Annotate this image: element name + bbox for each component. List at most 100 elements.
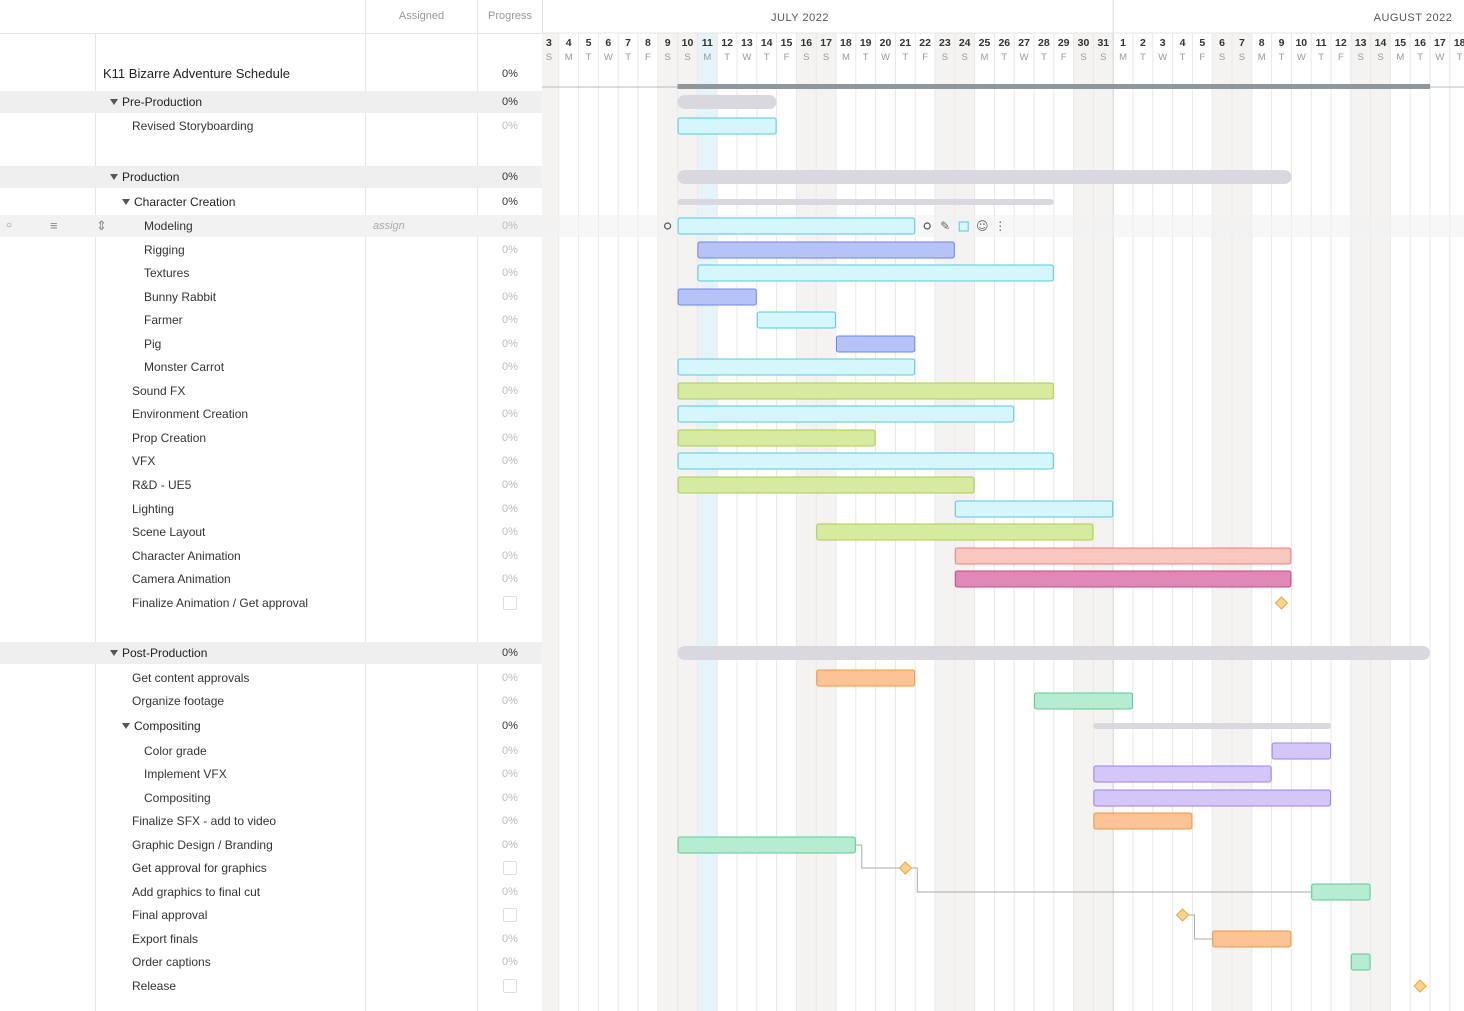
progress-value[interactable]: 0% — [478, 690, 542, 712]
task-row[interactable]: Modeling 0% assign ○ ≡ ⇕ — [0, 215, 542, 237]
task-row[interactable]: Scene Layout 0% — [0, 521, 542, 543]
milestone-checkbox[interactable] — [503, 861, 517, 875]
task-name[interactable]: Post-Production — [110, 642, 207, 664]
task-row[interactable]: Monster Carrot 0% — [0, 356, 542, 378]
edit-icon[interactable]: ✎ — [940, 219, 950, 233]
collapse-caret-icon[interactable] — [122, 723, 130, 729]
collapse-caret-icon[interactable] — [110, 99, 118, 105]
task-name[interactable]: Modeling — [144, 215, 193, 237]
task-name[interactable]: Sound FX — [132, 380, 185, 402]
task-name[interactable]: Rigging — [144, 239, 185, 261]
progress-value[interactable]: 0% — [478, 568, 542, 590]
task-name[interactable]: VFX — [132, 450, 155, 472]
project-title-row[interactable]: K11 Bizarre Adventure Schedule 0% — [0, 63, 542, 85]
task-name[interactable]: R&D - UE5 — [132, 474, 191, 496]
task-row[interactable]: Pig 0% — [0, 333, 542, 355]
task-row[interactable]: Add graphics to final cut 0% — [0, 881, 542, 903]
task-name[interactable]: Farmer — [144, 309, 183, 331]
assignee-icon[interactable]: ☺ — [976, 219, 989, 233]
task-name[interactable]: Finalize Animation / Get approval — [132, 592, 308, 614]
progress-value[interactable]: 0% — [478, 521, 542, 543]
task-name[interactable]: Prop Creation — [132, 427, 206, 449]
task-row[interactable]: Color grade 0% — [0, 740, 542, 762]
milestone-checkbox[interactable] — [503, 979, 517, 993]
task-row[interactable]: Textures 0% — [0, 262, 542, 284]
progress-value[interactable]: 0% — [478, 667, 542, 689]
progress-value[interactable]: 0% — [478, 63, 542, 85]
collapse-caret-icon[interactable] — [110, 650, 118, 656]
more-icon[interactable]: ⋮ — [994, 219, 1006, 233]
progress-value[interactable]: 0% — [478, 427, 542, 449]
progress-value[interactable]: 0% — [478, 380, 542, 402]
task-name[interactable]: Add graphics to final cut — [132, 881, 260, 903]
progress-value[interactable]: 0% — [478, 474, 542, 496]
milestone-checkbox[interactable] — [503, 596, 517, 610]
task-row[interactable]: Lighting 0% — [0, 498, 542, 520]
task-row[interactable]: Rigging 0% — [0, 239, 542, 261]
progress-value[interactable]: 0% — [478, 642, 542, 664]
notes-icon[interactable]: ≡ — [50, 218, 58, 234]
progress-value[interactable]: 0% — [478, 239, 542, 261]
task-name[interactable]: Get approval for graphics — [132, 857, 267, 879]
milestone-checkbox[interactable] — [503, 908, 517, 922]
task-row[interactable]: Sound FX 0% — [0, 380, 542, 402]
task-row[interactable]: VFX 0% — [0, 450, 542, 472]
task-row[interactable]: Camera Animation 0% — [0, 568, 542, 590]
drag-handle-icon[interactable]: ⇕ — [96, 218, 107, 234]
comment-icon[interactable]: ○ — [6, 218, 12, 234]
task-name[interactable]: Scene Layout — [132, 521, 205, 543]
group-row[interactable]: Post-Production 0% — [0, 642, 542, 664]
subgroup-row[interactable]: Character Creation 0% — [0, 191, 542, 213]
progress-column-header[interactable]: Progress — [478, 0, 542, 33]
task-name[interactable]: Compositing — [144, 787, 211, 809]
task-name[interactable]: Get content approvals — [132, 667, 249, 689]
task-row[interactable]: Environment Creation 0% — [0, 403, 542, 425]
task-row[interactable]: Compositing 0% — [0, 787, 542, 809]
progress-value[interactable]: 0% — [478, 834, 542, 856]
assigned-column-header[interactable]: Assigned — [366, 0, 477, 33]
progress-value[interactable]: 0% — [478, 166, 542, 188]
task-name[interactable]: Textures — [144, 262, 189, 284]
task-name[interactable]: Bunny Rabbit — [144, 286, 216, 308]
task-name[interactable]: Organize footage — [132, 690, 224, 712]
task-name[interactable]: Environment Creation — [132, 403, 248, 425]
task-name[interactable]: Monster Carrot — [144, 356, 224, 378]
task-row[interactable]: Character Animation 0% — [0, 545, 542, 567]
color-swatch-icon[interactable] — [958, 221, 969, 232]
progress-value[interactable]: 0% — [478, 215, 542, 237]
task-row[interactable]: Organize footage 0% — [0, 690, 542, 712]
progress-value[interactable]: 0% — [478, 115, 542, 137]
task-row[interactable]: Final approval — [0, 904, 542, 926]
progress-value[interactable]: 0% — [478, 715, 542, 737]
group-row[interactable]: Pre-Production 0% — [0, 91, 542, 113]
task-name[interactable]: Production — [110, 166, 179, 188]
progress-value[interactable]: 0% — [478, 262, 542, 284]
task-name[interactable]: Implement VFX — [144, 763, 227, 785]
progress-value[interactable]: 0% — [478, 191, 542, 213]
progress-value[interactable]: 0% — [478, 403, 542, 425]
task-row[interactable]: Get approval for graphics — [0, 857, 542, 879]
subgroup-row[interactable]: Compositing 0% — [0, 715, 542, 737]
task-name[interactable]: Compositing — [122, 715, 201, 737]
task-row[interactable]: Graphic Design / Branding 0% — [0, 834, 542, 856]
task-row[interactable]: Implement VFX 0% — [0, 763, 542, 785]
progress-value[interactable]: 0% — [478, 498, 542, 520]
progress-value[interactable]: 0% — [478, 286, 542, 308]
task-row[interactable]: Revised Storyboarding 0% — [0, 115, 542, 137]
task-row[interactable]: Finalize Animation / Get approval — [0, 592, 542, 614]
task-name[interactable]: K11 Bizarre Adventure Schedule — [103, 63, 290, 85]
task-name[interactable]: Pre-Production — [110, 91, 202, 113]
progress-value[interactable]: 0% — [478, 356, 542, 378]
progress-value[interactable]: 0% — [478, 951, 542, 973]
task-name[interactable]: Camera Animation — [132, 568, 231, 590]
task-name[interactable]: Revised Storyboarding — [132, 115, 253, 137]
progress-value[interactable]: 0% — [478, 763, 542, 785]
task-row[interactable]: Farmer 0% — [0, 309, 542, 331]
task-row[interactable]: Finalize SFX - add to video 0% — [0, 810, 542, 832]
progress-value[interactable]: 0% — [478, 928, 542, 950]
task-name[interactable]: Export finals — [132, 928, 198, 950]
progress-value[interactable]: 0% — [478, 810, 542, 832]
task-row[interactable]: Release — [0, 975, 542, 997]
task-name[interactable]: Lighting — [132, 498, 174, 520]
progress-value[interactable]: 0% — [478, 545, 542, 567]
